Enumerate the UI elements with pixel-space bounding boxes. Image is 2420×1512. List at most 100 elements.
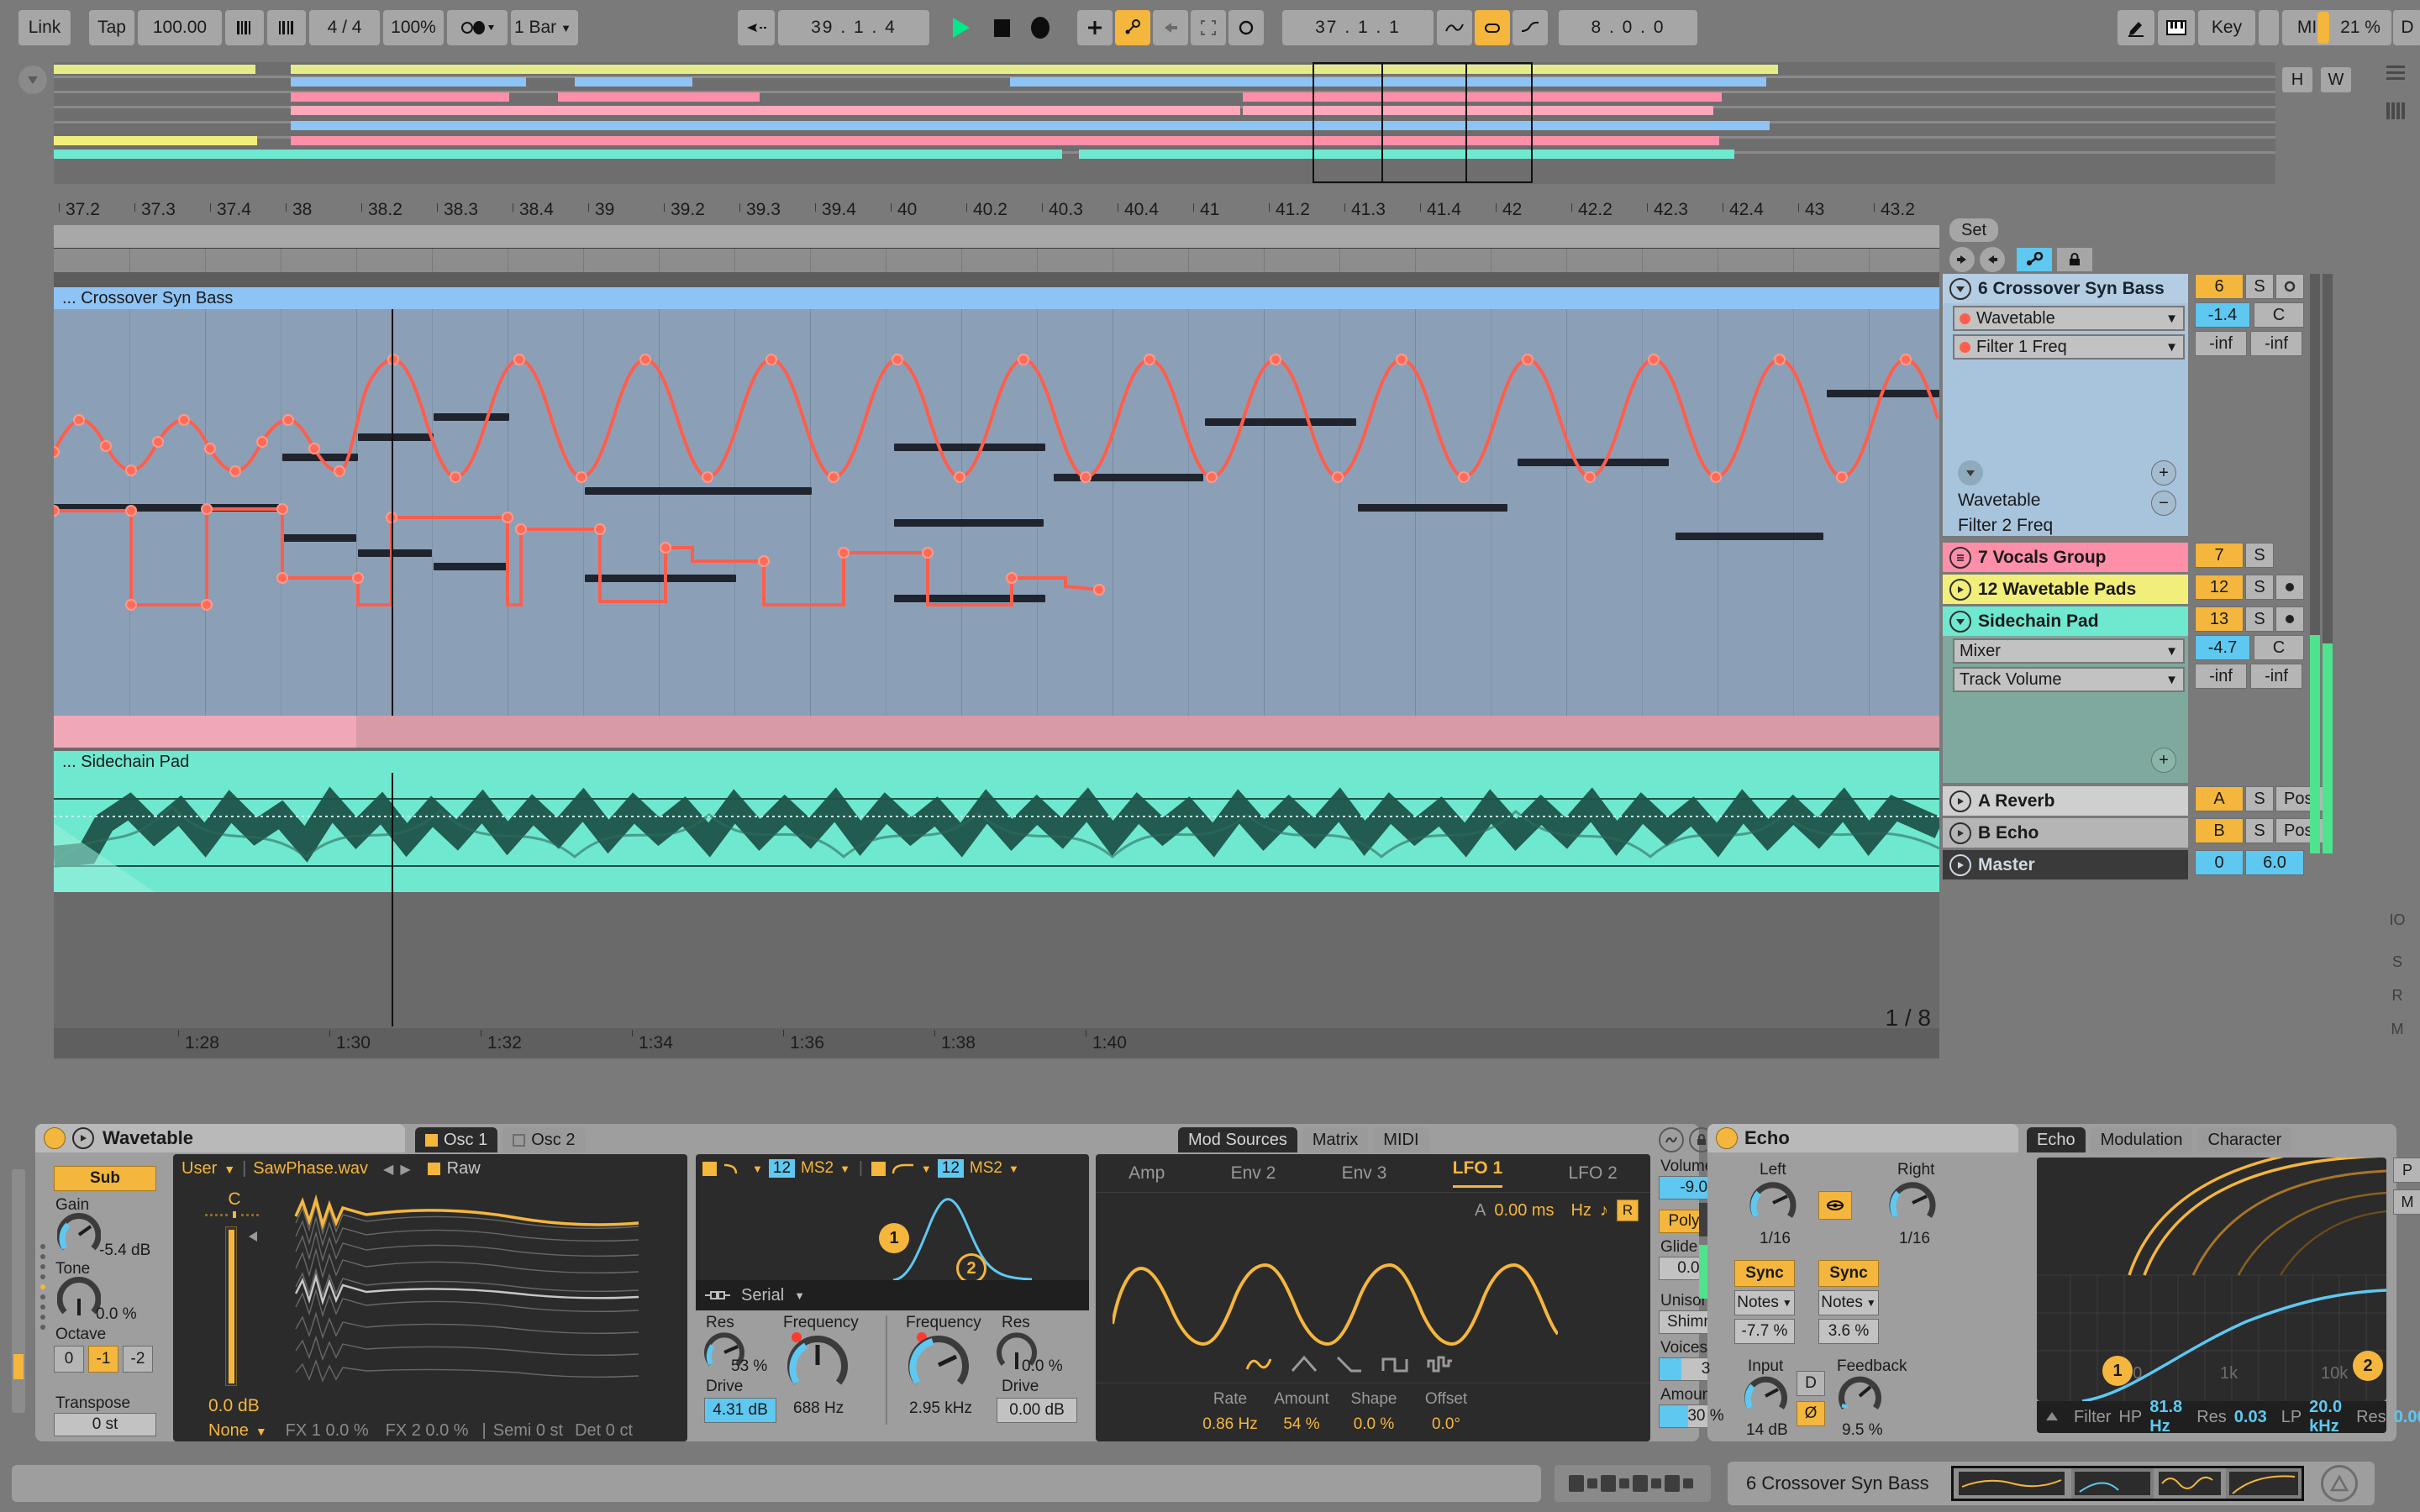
tab-mod-sources[interactable]: Mod Sources xyxy=(1178,1127,1297,1152)
parameter-chooser-6[interactable]: Filter 1 Freq ▼ xyxy=(1953,334,2185,360)
echo-lp-value[interactable]: 20.0 kHz xyxy=(2309,1398,2342,1436)
loop-brackets-icon[interactable] xyxy=(1191,10,1226,45)
session-view-icon[interactable] xyxy=(2385,99,2407,124)
echo-right-offset-value[interactable]: 3.6 % xyxy=(1818,1319,1879,1344)
link-button[interactable]: Link xyxy=(18,10,71,45)
clip-sidechain-pad[interactable]: ... Sidechain Pad xyxy=(54,751,1939,892)
fold-down-icon[interactable] xyxy=(1949,610,1971,633)
next-wavetable-icon[interactable]: ▶ xyxy=(400,1161,410,1178)
play-icon[interactable] xyxy=(1949,790,1971,812)
wavetable-title-bar[interactable]: Wavetable xyxy=(35,1124,405,1152)
track-number-12[interactable]: 12 xyxy=(2195,575,2244,600)
filter2-freq-knob[interactable] xyxy=(908,1334,970,1396)
gain-knob[interactable] xyxy=(57,1213,101,1257)
range-max-6[interactable]: -inf xyxy=(2250,331,2302,356)
track-value-13[interactable]: -4.7 xyxy=(2195,635,2250,660)
filter2-type[interactable]: MS2 xyxy=(970,1159,1002,1178)
device-wavetable[interactable]: Wavetable Osc 1 Osc 2 Sub Gain -5.4 dB T… xyxy=(35,1124,1753,1441)
chevron-down-icon[interactable]: ▼ xyxy=(839,1163,850,1175)
filter2-marker[interactable]: 2 xyxy=(956,1253,986,1284)
tab-osc-1[interactable]: Osc 1 xyxy=(415,1127,498,1152)
status-message-field[interactable] xyxy=(12,1465,1541,1502)
global-quantize-field[interactable]: 100% xyxy=(383,10,444,45)
tab-echo[interactable]: Echo xyxy=(2027,1127,2086,1152)
chevron-down-icon[interactable]: ▼ xyxy=(752,1163,763,1175)
octave-option-0[interactable]: 0 xyxy=(54,1346,84,1373)
hardware-h-button[interactable]: H xyxy=(2282,67,2312,92)
stop-icon[interactable] xyxy=(981,10,1022,45)
automation-curve-envelope[interactable] xyxy=(54,309,1939,716)
track-pan-13[interactable]: C xyxy=(2254,635,2304,660)
scrub-area[interactable] xyxy=(54,225,1939,249)
square-icon[interactable] xyxy=(1381,1354,1408,1374)
clip-crossover-syn-bass[interactable]: ... Crossover Syn Bass xyxy=(54,287,1939,716)
gain-slider-handle-icon[interactable] xyxy=(244,1228,259,1248)
echo-hp-res-value[interactable]: 0.03 xyxy=(2234,1408,2267,1427)
sends-label[interactable]: S xyxy=(2385,949,2410,974)
keyboard-icon[interactable] xyxy=(2158,10,2195,45)
parameter-chooser-13[interactable]: Track Volume ▼ xyxy=(1953,667,2185,692)
filter1-freq-value[interactable]: 688 Hz xyxy=(793,1399,844,1418)
phase-icon[interactable] xyxy=(1659,1127,1684,1152)
channel-link-icon[interactable] xyxy=(1818,1191,1852,1220)
track-header-6[interactable]: 6 Crossover Syn Bass xyxy=(1943,274,2188,303)
lfo-hz-button[interactable]: Hz xyxy=(1571,1201,1591,1221)
device-power-icon[interactable] xyxy=(1716,1127,1738,1149)
track-pan-6[interactable]: C xyxy=(2254,302,2304,328)
midi-editor[interactable] xyxy=(54,309,1939,716)
add-lane-icon-13[interactable]: + xyxy=(2151,748,2176,773)
echo-right-value[interactable]: 1/16 xyxy=(1899,1230,1930,1248)
arrangement-view[interactable]: ... Crossover Syn Bass ... Sidechain Pad… xyxy=(54,225,1939,1058)
echo-left-sync-button[interactable]: Sync xyxy=(1734,1260,1795,1287)
overview-selection[interactable] xyxy=(1313,62,1533,183)
track-number-6[interactable]: 6 xyxy=(2195,274,2244,299)
device-chain-overview[interactable]: 6 Crossover Syn Bass xyxy=(1728,1462,2375,1505)
pencil-icon[interactable] xyxy=(2118,10,2154,45)
record-icon[interactable] xyxy=(1020,10,1060,45)
arrangement-overview[interactable] xyxy=(54,62,2275,184)
tab-osc-2[interactable]: Osc 2 xyxy=(502,1127,586,1152)
lfo-offset-value[interactable]: 0.0° xyxy=(1410,1415,1482,1434)
velocity-lane[interactable] xyxy=(54,716,1939,748)
track-header-13[interactable]: Sidechain Pad xyxy=(1943,606,2188,636)
mod-sources-panel[interactable]: Amp Env 2 Env 3 LFO 1 LFO 2 A 0.00 ms Hz… xyxy=(1096,1154,1650,1441)
expand-triangle-icon[interactable] xyxy=(2045,1408,2059,1427)
play-icon[interactable] xyxy=(1949,822,1971,844)
echo-right-sync-button[interactable]: Sync xyxy=(1818,1260,1879,1287)
time-signature-field[interactable]: 4 / 4 xyxy=(309,10,380,45)
octave-option-minus2[interactable]: -2 xyxy=(123,1346,153,1373)
tap-tempo-button[interactable]: Tap xyxy=(89,10,134,45)
solo-button-13[interactable]: S xyxy=(2245,606,2274,632)
empty-track-area[interactable] xyxy=(54,892,1939,1026)
echo-dry-button[interactable]: D xyxy=(1797,1371,1825,1396)
echo-marker-1[interactable]: 1 xyxy=(2102,1356,2133,1386)
effect-mode[interactable]: None xyxy=(208,1421,249,1441)
range-max-13[interactable]: -inf xyxy=(2250,664,2302,689)
note-icon[interactable]: ♪ xyxy=(1600,1201,1608,1221)
back-arrow-icon[interactable] xyxy=(1153,10,1188,45)
tab-modulation[interactable]: Modulation xyxy=(2090,1127,2193,1152)
semi-value[interactable]: Semi 0 st xyxy=(493,1421,563,1441)
returns-label[interactable]: R xyxy=(2385,983,2410,1008)
quantize-mode-icon[interactable] xyxy=(447,10,508,45)
follow-icon[interactable] xyxy=(738,10,775,45)
lfo-amount-value[interactable]: 54 % xyxy=(1265,1415,1338,1434)
filter1-marker[interactable]: 1 xyxy=(879,1223,909,1253)
play-icon[interactable] xyxy=(1949,578,1971,601)
solo-button-7[interactable]: S xyxy=(2245,543,2274,568)
hot-swap-icon[interactable] xyxy=(2320,1465,2358,1502)
audio-waveform[interactable] xyxy=(54,773,1939,892)
raw-toggle-icon[interactable] xyxy=(427,1163,440,1175)
browser-toggle-icon[interactable] xyxy=(2385,62,2407,87)
automation-icon[interactable] xyxy=(1115,10,1150,45)
track-header-a-reverb[interactable]: A Reverb xyxy=(1943,786,2188,816)
echo-lp-res-value[interactable]: 0.00 xyxy=(2394,1408,2420,1427)
punch-circle-icon[interactable] xyxy=(1228,10,1264,45)
track-header-12[interactable]: 12 Wavetable Pads xyxy=(1943,575,2188,604)
nudge-icon[interactable] xyxy=(267,10,306,45)
arrangement-position-field[interactable]: 39 . 1 . 4 xyxy=(778,10,929,45)
echo-left-mode-dropdown[interactable]: Notes ▼ xyxy=(1734,1290,1795,1315)
echo-left-knob[interactable] xyxy=(1748,1179,1798,1226)
chevron-down-icon[interactable]: ▼ xyxy=(255,1425,267,1438)
master-gain[interactable]: 6.0 xyxy=(2245,850,2304,875)
